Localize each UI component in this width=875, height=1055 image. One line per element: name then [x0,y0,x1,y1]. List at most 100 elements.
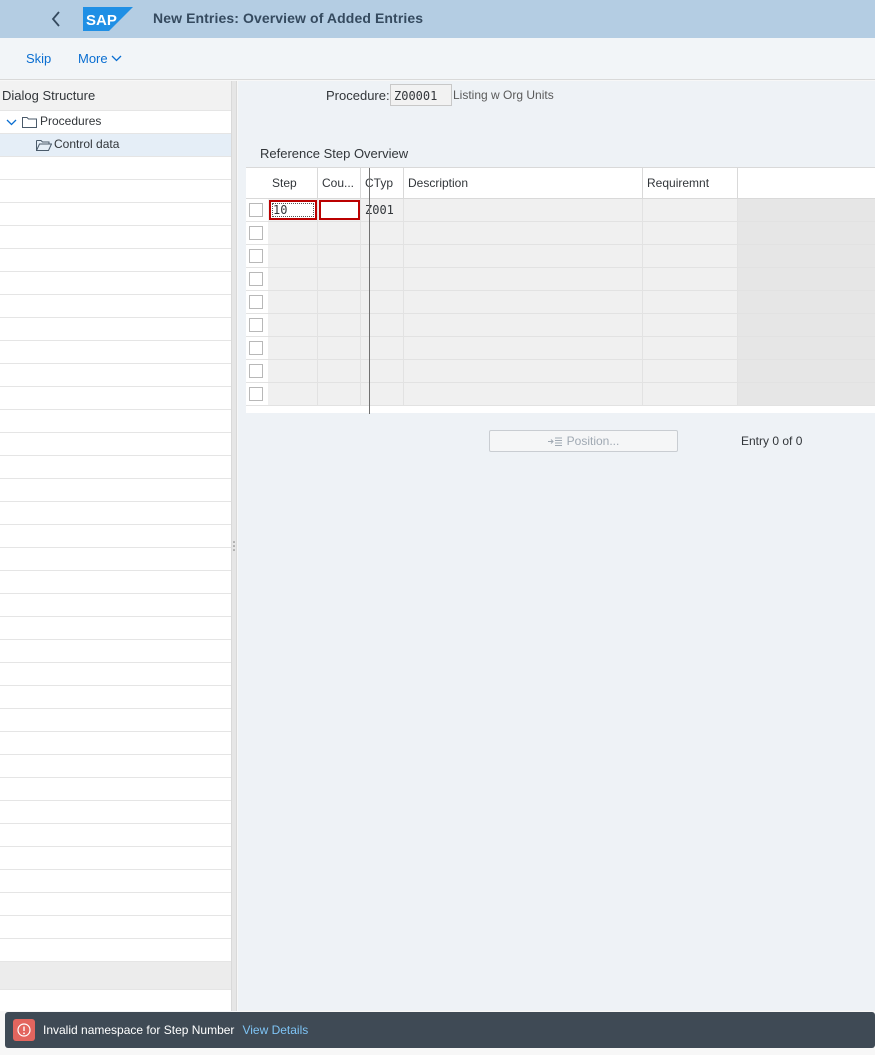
description-cell[interactable] [404,199,643,222]
requirement-cell[interactable] [643,360,738,383]
row-selector[interactable] [246,360,268,383]
column-header-step[interactable]: Step [268,168,318,199]
table-row[interactable] [246,383,875,406]
ctyp-cell[interactable] [361,268,404,291]
position-button-label: Position... [566,434,620,448]
empty-cell [738,268,875,291]
table-row[interactable] [246,291,875,314]
row-checkbox[interactable] [249,341,263,355]
row-selector[interactable] [246,291,268,314]
counter-cell[interactable] [318,314,361,337]
requirement-cell[interactable] [643,383,738,406]
table-row[interactable] [246,337,875,360]
description-cell[interactable] [404,360,643,383]
counter-cell[interactable] [318,383,361,406]
ctyp-cell[interactable]: Z001 [361,199,404,222]
ctyp-cell[interactable] [361,383,404,406]
table-row[interactable]: 10 Z001 [246,199,875,222]
description-cell[interactable] [404,291,643,314]
tree-empty-row [0,456,231,479]
view-details-link[interactable]: View Details [242,1023,308,1037]
counter-cell[interactable] [318,268,361,291]
step-cell[interactable] [268,268,318,291]
column-header-ctyp[interactable]: CTyp [361,168,404,199]
counter-cell[interactable] [318,337,361,360]
position-button[interactable]: Position... [489,430,678,452]
procedure-field[interactable]: Z00001 [390,84,452,106]
tree-empty-row [0,778,231,801]
row-selector[interactable] [246,222,268,245]
requirement-cell[interactable] [643,314,738,337]
ctyp-cell[interactable] [361,245,404,268]
empty-cell [738,337,875,360]
tree-item-procedures[interactable]: Procedures [0,111,231,134]
row-checkbox[interactable] [249,318,263,332]
requirement-cell[interactable] [643,337,738,360]
tree-empty-row [0,387,231,410]
step-cell[interactable] [268,337,318,360]
table-row[interactable] [246,268,875,291]
table-row[interactable] [246,360,875,383]
table-row[interactable] [246,314,875,337]
ctyp-cell[interactable] [361,314,404,337]
ctyp-cell[interactable] [361,222,404,245]
back-button[interactable] [44,6,68,32]
step-cell[interactable] [268,383,318,406]
step-input[interactable]: 10 [269,200,317,220]
tree-empty-row [0,548,231,571]
table-row[interactable] [246,222,875,245]
step-cell[interactable] [268,291,318,314]
row-checkbox[interactable] [249,203,263,217]
row-selector[interactable] [246,268,268,291]
description-cell[interactable] [404,337,643,360]
row-checkbox[interactable] [249,272,263,286]
sap-logo: SAP [83,7,133,31]
column-header-requirement[interactable]: Requiremnt [643,168,738,199]
description-cell[interactable] [404,268,643,291]
row-checkbox[interactable] [249,249,263,263]
requirement-cell[interactable] [643,268,738,291]
column-header-description[interactable]: Description [404,168,643,199]
skip-button[interactable]: Skip [26,51,51,66]
counter-cell[interactable] [318,199,361,222]
column-header-counter[interactable]: Cou... [318,168,361,199]
description-cell[interactable] [404,383,643,406]
row-selector[interactable] [246,383,268,406]
description-cell[interactable] [404,314,643,337]
ctyp-cell[interactable] [361,337,404,360]
row-selector[interactable] [246,199,268,222]
counter-cell[interactable] [318,291,361,314]
row-selector[interactable] [246,314,268,337]
tree-empty-row [0,203,231,226]
row-checkbox[interactable] [249,364,263,378]
tree-empty-row [0,525,231,548]
requirement-cell[interactable] [643,291,738,314]
step-cell[interactable] [268,314,318,337]
counter-input[interactable] [319,200,360,220]
row-selector[interactable] [246,337,268,360]
tree-empty-row [0,824,231,847]
counter-cell[interactable] [318,360,361,383]
description-cell[interactable] [404,222,643,245]
row-checkbox[interactable] [249,295,263,309]
ctyp-cell[interactable] [361,360,404,383]
step-cell[interactable] [268,360,318,383]
requirement-cell[interactable] [643,199,738,222]
requirement-cell[interactable] [643,222,738,245]
row-checkbox[interactable] [249,226,263,240]
tree-item-control-data[interactable]: Control data [0,134,231,157]
row-checkbox[interactable] [249,387,263,401]
step-cell[interactable] [268,222,318,245]
counter-cell[interactable] [318,245,361,268]
chevron-down-icon[interactable] [6,119,17,126]
requirement-cell[interactable] [643,245,738,268]
table-row[interactable] [246,245,875,268]
step-cell[interactable]: 10 [268,199,318,222]
row-selector[interactable] [246,245,268,268]
ctyp-cell[interactable] [361,291,404,314]
more-button[interactable]: More [78,51,122,66]
step-cell[interactable] [268,245,318,268]
select-all-header[interactable] [246,168,268,199]
description-cell[interactable] [404,245,643,268]
counter-cell[interactable] [318,222,361,245]
